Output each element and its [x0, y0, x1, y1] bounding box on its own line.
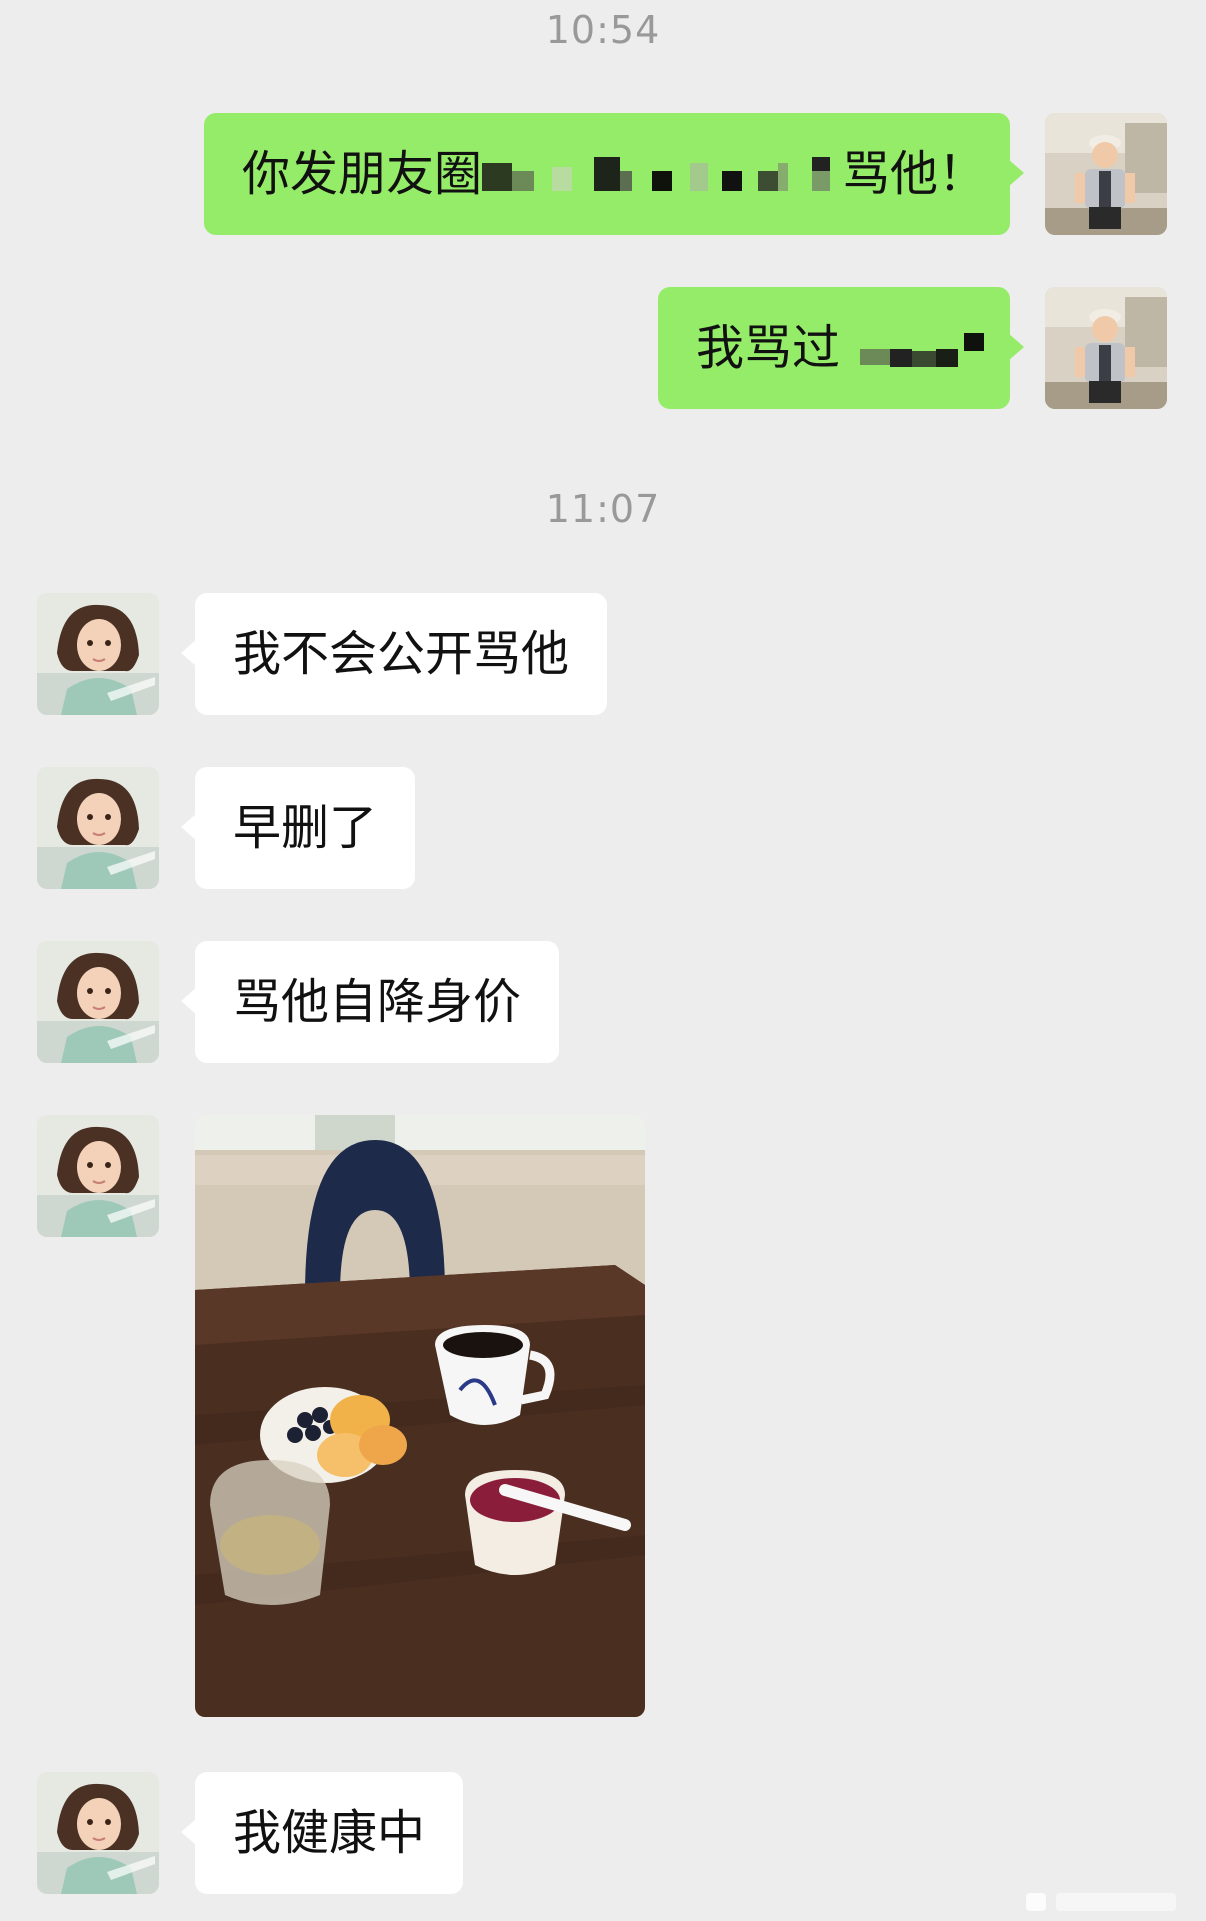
boy-avatar-icon — [1045, 113, 1167, 235]
contact-avatar[interactable] — [37, 767, 159, 889]
contact-avatar[interactable] — [37, 941, 159, 1063]
girl-avatar-icon — [37, 941, 159, 1063]
message-text: 你发朋友圈 — [242, 146, 483, 202]
redacted-mosaic — [482, 157, 842, 197]
user-avatar[interactable] — [1045, 113, 1167, 235]
sent-message-bubble[interactable]: 你发朋友圈 骂他！ — [204, 113, 1024, 235]
breakfast-photo-icon — [195, 1115, 645, 1717]
boy-avatar-icon — [1045, 287, 1167, 409]
image-message[interactable] — [195, 1115, 645, 1717]
girl-avatar-icon — [37, 1115, 159, 1237]
girl-avatar-icon — [37, 593, 159, 715]
user-avatar[interactable] — [1045, 287, 1167, 409]
contact-avatar[interactable] — [37, 593, 159, 715]
message-text: 骂他！ — [842, 146, 987, 202]
watermark-icon — [1026, 1893, 1176, 1911]
girl-avatar-icon — [37, 1772, 159, 1894]
timestamp: 10:54 — [545, 8, 661, 52]
girl-avatar-icon — [37, 767, 159, 889]
received-message-bubble[interactable]: 早删了 — [180, 767, 416, 889]
message-text: 我骂过 — [696, 320, 841, 376]
received-message-bubble[interactable]: 骂他自降身价 — [180, 941, 560, 1063]
contact-avatar[interactable] — [37, 1115, 159, 1237]
received-message-bubble[interactable]: 我健康中 — [180, 1772, 464, 1894]
redacted-mosaic — [860, 331, 986, 371]
timestamp: 11:07 — [545, 487, 661, 531]
contact-avatar[interactable] — [37, 1772, 159, 1894]
sent-message-bubble[interactable]: 我骂过 — [658, 287, 1024, 409]
received-message-bubble[interactable]: 我不会公开骂他 — [180, 593, 608, 715]
